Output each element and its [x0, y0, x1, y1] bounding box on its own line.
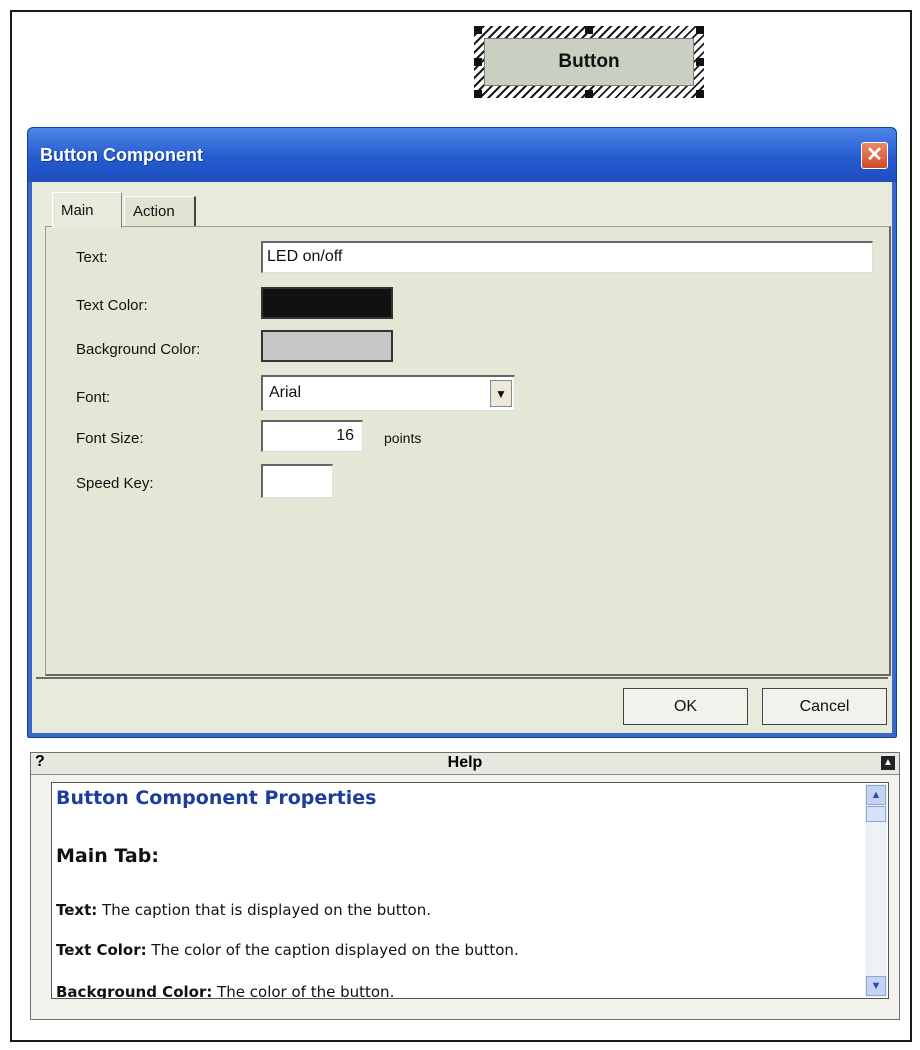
help-scrollbar[interactable]: ▲ ▼	[865, 784, 887, 997]
main-tab-panel: Text: LED on/off Text Color: Background …	[45, 226, 891, 676]
help-header: ? Help ▲	[31, 753, 899, 775]
font-size-unit: points	[384, 430, 422, 446]
help-item-term: Text:	[56, 901, 98, 919]
help-item-term: Background Color:	[56, 983, 213, 999]
resize-handle[interactable]	[585, 26, 593, 34]
font-label: Font:	[76, 389, 111, 406]
button-component-dialog: Button Component ✕ Main Action Text: LED…	[27, 127, 897, 738]
text-label: Text:	[76, 249, 108, 266]
help-item-desc: The color of the button.	[212, 983, 395, 999]
cancel-button[interactable]: Cancel	[762, 688, 887, 725]
dialog-titlebar[interactable]: Button Component ✕	[28, 128, 896, 182]
tab-main[interactable]: Main	[52, 192, 122, 228]
help-subheading: Main Tab:	[56, 845, 159, 867]
close-icon[interactable]: ✕	[861, 142, 888, 169]
selected-button-label[interactable]: Button	[484, 38, 694, 86]
speed-key-label: Speed Key:	[76, 475, 154, 492]
dialog-separator	[36, 677, 888, 679]
resize-handle[interactable]	[474, 26, 482, 34]
resize-handle[interactable]	[585, 90, 593, 98]
resize-handle[interactable]	[474, 90, 482, 98]
resize-handle[interactable]	[696, 90, 704, 98]
selected-button-component[interactable]: Button	[474, 26, 704, 98]
help-item-desc: The caption that is displayed on the but…	[97, 901, 432, 919]
dialog-title: Button Component	[40, 145, 203, 165]
font-size-label: Font Size:	[76, 430, 144, 447]
help-content[interactable]: Button Component Properties Main Tab: Te…	[51, 782, 889, 999]
collapse-icon[interactable]: ▲	[881, 756, 895, 770]
help-heading: Button Component Properties	[56, 787, 377, 809]
help-item: Text: The caption that is displayed on t…	[56, 901, 431, 919]
help-item-desc: The color of the caption displayed on th…	[146, 941, 519, 959]
text-color-label: Text Color:	[76, 297, 148, 314]
resize-handle[interactable]	[474, 58, 482, 66]
help-item: Text Color: The color of the caption dis…	[56, 941, 519, 959]
ok-button[interactable]: OK	[623, 688, 748, 725]
text-color-swatch[interactable]	[261, 287, 393, 319]
font-select[interactable]: Arial ▼	[261, 375, 515, 411]
resize-handle[interactable]	[696, 58, 704, 66]
text-input[interactable]: LED on/off	[261, 241, 873, 273]
help-pane: ? Help ▲ Button Component Properties Mai…	[30, 752, 900, 1020]
help-item: Background Color: The color of the butto…	[56, 983, 395, 999]
scroll-down-icon[interactable]: ▼	[866, 976, 886, 996]
scroll-thumb[interactable]	[866, 806, 886, 822]
background-color-label: Background Color:	[76, 341, 201, 358]
font-select-value: Arial	[269, 384, 302, 401]
help-item-term: Text Color:	[56, 941, 147, 959]
dialog-body: Main Action Text: LED on/off Text Color:…	[32, 182, 892, 733]
tab-action[interactable]: Action	[124, 196, 196, 226]
chevron-down-icon[interactable]: ▼	[490, 380, 512, 407]
resize-handle[interactable]	[696, 26, 704, 34]
speed-key-input[interactable]	[261, 464, 333, 498]
background-color-swatch[interactable]	[261, 330, 393, 362]
scroll-up-icon[interactable]: ▲	[866, 785, 886, 805]
help-title: Help	[447, 754, 483, 771]
font-size-input[interactable]: 16	[261, 420, 363, 452]
